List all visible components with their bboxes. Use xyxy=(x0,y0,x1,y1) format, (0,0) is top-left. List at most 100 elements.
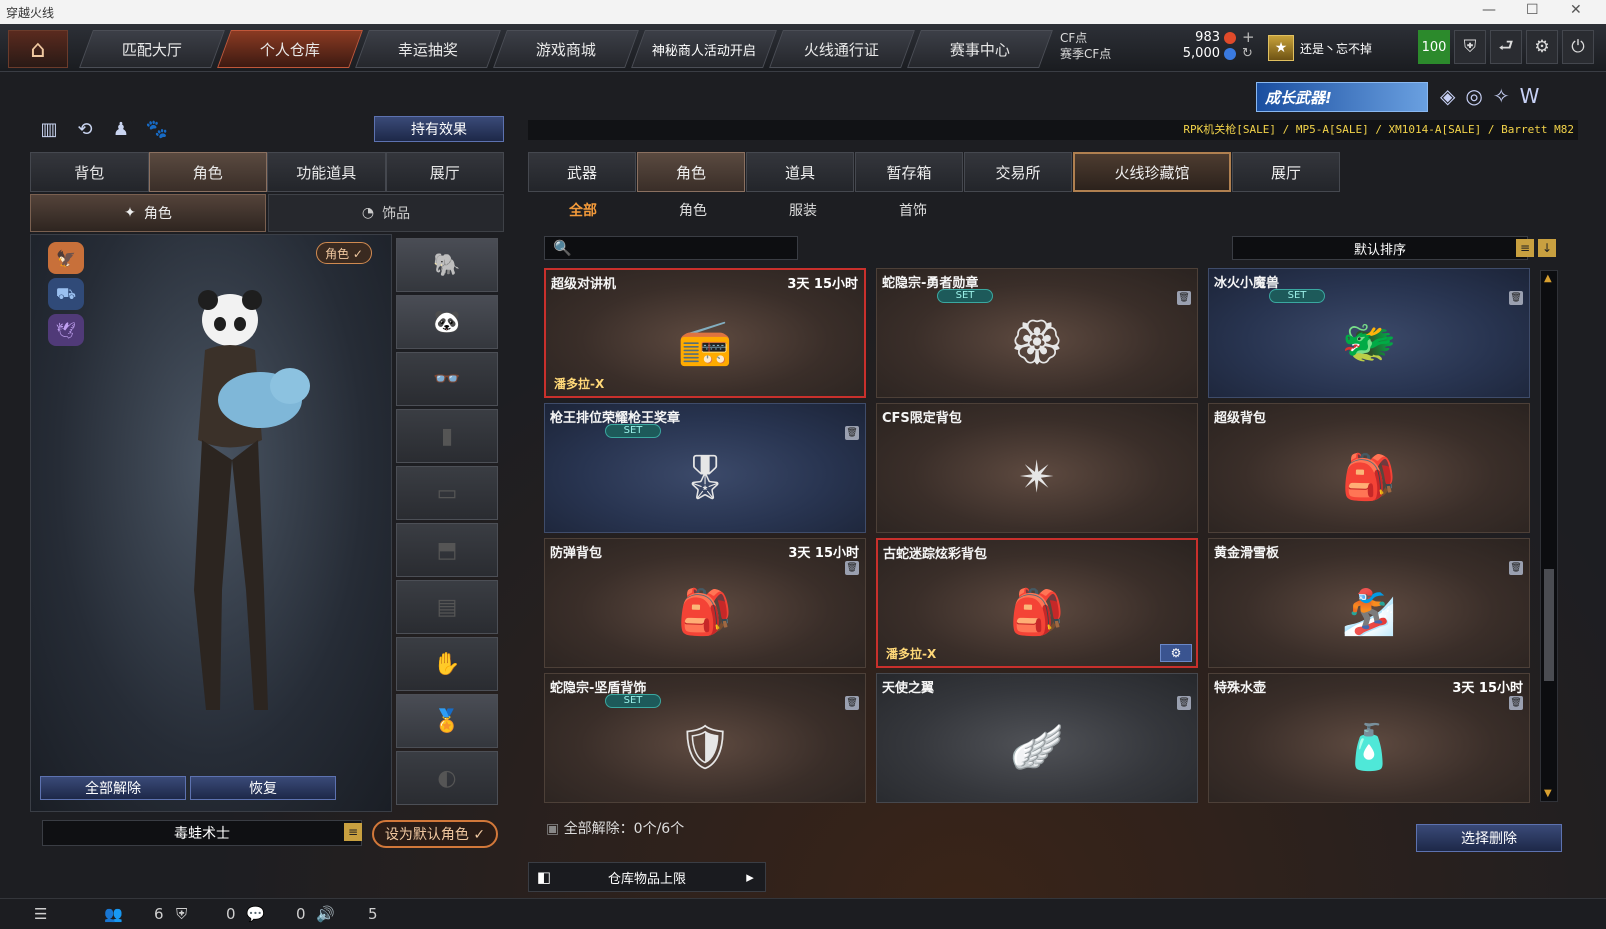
nav-tab-personal-warehouse[interactable]: 个人仓库 xyxy=(217,30,363,68)
left-tab-role[interactable]: 角色 xyxy=(148,152,267,192)
storage-limit-bar[interactable]: ◧ 仓库物品上限 ▸ xyxy=(528,862,766,892)
trash-icon[interactable]: 🗑 xyxy=(1177,696,1191,710)
scroll-thumb[interactable] xyxy=(1544,569,1554,681)
checkbox-icon[interactable]: ▣ xyxy=(546,821,559,837)
right-subtab-all[interactable]: 全部 xyxy=(528,196,638,226)
chat-icon[interactable]: 💬 xyxy=(246,905,265,923)
right-tab-exchange[interactable]: 交易所 xyxy=(964,152,1072,192)
left-tab-backpack[interactable]: 背包 xyxy=(30,152,149,192)
settings-gear-icon[interactable]: ⚙ xyxy=(1526,30,1558,64)
maximize-button[interactable]: ☐ xyxy=(1526,2,1539,18)
sort-order-icon[interactable]: ↓ xyxy=(1538,239,1556,257)
minimize-button[interactable]: — xyxy=(1482,2,1496,18)
role-list-menu-icon[interactable]: ≡ xyxy=(344,823,362,841)
item-scrollbar[interactable]: ▲ ▼ xyxy=(1540,270,1558,802)
weapon-skin-icon[interactable]: ✧ xyxy=(1493,84,1510,108)
right-subtab-role[interactable]: 角色 xyxy=(638,196,748,226)
globe-icon[interactable]: ◎ xyxy=(1465,84,1482,108)
nav-tab-mystery-merchant[interactable]: 神秘商人活动开启 xyxy=(631,30,777,68)
category-wing-icon[interactable]: 🕊 xyxy=(48,314,84,346)
slot-backpack[interactable]: ▭ xyxy=(396,466,498,520)
item-card[interactable]: 超级背包 🎒 xyxy=(1208,403,1530,533)
nav-tab-lucky-draw[interactable]: 幸运抽奖 xyxy=(355,30,501,68)
left-tab-function-items[interactable]: 功能道具 xyxy=(267,152,386,192)
w-emblem-icon[interactable]: W xyxy=(1520,84,1540,108)
right-tab-weapon[interactable]: 武器 xyxy=(528,152,636,192)
right-tab-collection[interactable]: 火线珍藏馆 xyxy=(1073,152,1231,192)
item-card[interactable]: 天使之翼 🗑 🪽 xyxy=(876,673,1198,803)
list-menu-icon[interactable]: ☰ xyxy=(34,905,47,923)
refresh-icon[interactable]: ↻ xyxy=(1242,46,1253,61)
item-card[interactable]: 防弹背包 3天 15小时 🗑 🎒 xyxy=(544,538,866,668)
trash-icon[interactable]: 🗑 xyxy=(1177,291,1191,305)
scroll-down-icon[interactable]: ▼ xyxy=(1544,788,1554,799)
home-button[interactable]: ⌂ xyxy=(8,30,68,68)
sort-list-icon[interactable]: ≡ xyxy=(1516,239,1534,257)
pet-icon[interactable]: 🐾 xyxy=(144,116,170,142)
exit-room-icon[interactable]: ⮐ xyxy=(1490,30,1522,64)
vip-v-icon[interactable]: ◈ xyxy=(1440,84,1455,108)
category-vehicle-icon[interactable]: ⛟ xyxy=(48,278,84,310)
slot-radio[interactable]: ▮ xyxy=(396,409,498,463)
right-subtab-jewelry[interactable]: 首饰 xyxy=(858,196,968,226)
restore-button[interactable]: 恢复 xyxy=(190,776,336,800)
nav-tab-event-center[interactable]: 赛事中心 xyxy=(907,30,1053,68)
slot-boots[interactable]: ◐ xyxy=(396,751,498,805)
set-default-role-button[interactable]: 设为默认角色 ✓ xyxy=(372,820,498,848)
left-subtab-role[interactable]: ✦ 角色 xyxy=(30,194,266,232)
item-card[interactable]: 超级对讲机 3天 15小时 📻 潘多拉-X xyxy=(544,268,866,398)
item-settings-gear-icon[interactable]: ⚙ xyxy=(1160,644,1192,662)
recharge-plus-icon[interactable]: + xyxy=(1242,28,1255,46)
volume-icon[interactable]: 🔊 xyxy=(316,905,335,923)
trash-icon[interactable]: 🗑 xyxy=(845,426,859,440)
trash-icon[interactable]: 🗑 xyxy=(845,561,859,575)
growth-weapon-banner[interactable]: 成长武器! xyxy=(1256,82,1428,112)
slot-pet[interactable]: 🐘 xyxy=(396,238,498,292)
pose-icon[interactable]: ♟ xyxy=(108,116,134,142)
search-input[interactable]: 🔍 xyxy=(544,236,798,260)
right-subtab-clothing[interactable]: 服装 xyxy=(748,196,858,226)
select-delete-button[interactable]: 选择删除 xyxy=(1416,824,1562,852)
nav-tab-game-mall[interactable]: 游戏商城 xyxy=(493,30,639,68)
item-card[interactable]: 蛇隐宗-勇者勋章 SET 🗑 🏵 xyxy=(876,268,1198,398)
slot-head[interactable]: 🐼 xyxy=(396,295,498,349)
power-icon[interactable]: ⏻ xyxy=(1562,30,1594,64)
hold-effect-button[interactable]: 持有效果 xyxy=(374,116,504,142)
role-name-field[interactable]: 毒蛙术士 xyxy=(42,820,362,846)
rotate-icon[interactable]: ⟲ xyxy=(72,116,98,142)
trash-icon[interactable]: 🗑 xyxy=(845,696,859,710)
role-tag[interactable]: 角色 ✓ xyxy=(316,242,372,264)
item-card[interactable]: 特殊水壶 3天 15小时 🗑 🧴 xyxy=(1208,673,1530,803)
slot-belt[interactable]: ▤ xyxy=(396,580,498,634)
trash-icon[interactable]: 🗑 xyxy=(1509,561,1523,575)
ranking-icon[interactable]: ▥ xyxy=(36,116,62,142)
close-button[interactable]: ✕ xyxy=(1570,2,1582,18)
shield-icon[interactable]: ⛨ xyxy=(1454,30,1486,64)
item-card[interactable]: 枪王排位荣耀枪王奖章 SET 🗑 🎖 xyxy=(544,403,866,533)
right-tab-item[interactable]: 道具 xyxy=(746,152,854,192)
item-card[interactable]: 黄金滑雪板 🗑 🏂 xyxy=(1208,538,1530,668)
unequip-all-button[interactable]: 全部解除 xyxy=(40,776,186,800)
guild-shield-icon[interactable]: ⛨ xyxy=(176,905,187,923)
scroll-up-icon[interactable]: ▲ xyxy=(1544,273,1554,284)
item-card[interactable]: CFS限定背包 ✴ xyxy=(876,403,1198,533)
trash-icon[interactable]: 🗑 xyxy=(1509,696,1523,710)
left-tab-showroom[interactable]: 展厅 xyxy=(385,152,504,192)
right-tab-role[interactable]: 角色 xyxy=(637,152,745,192)
sort-dropdown[interactable]: 默认排序 xyxy=(1232,236,1528,260)
item-card[interactable]: 蛇隐宗-坚盾背饰 SET 🗑 🛡 xyxy=(544,673,866,803)
right-tab-showroom[interactable]: 展厅 xyxy=(1232,152,1340,192)
left-subtab-accessory[interactable]: ◔ 饰品 xyxy=(268,194,504,232)
slot-glove[interactable]: ✋ xyxy=(396,637,498,691)
user-info[interactable]: ★ 还是丶忘不掉 xyxy=(1268,30,1372,66)
item-card[interactable]: 古蛇迷踪炫彩背包 🎒 潘多拉-X ⚙ xyxy=(876,538,1198,668)
nav-tab-battle-pass[interactable]: 火线通行证 xyxy=(769,30,915,68)
friends-icon[interactable]: 👥 xyxy=(104,905,123,923)
item-card[interactable]: 冰火小魔兽 SET 🗑 🐲 xyxy=(1208,268,1530,398)
slot-badge[interactable]: 🏅 xyxy=(396,694,498,748)
nav-tab-match-hall[interactable]: 匹配大厅 xyxy=(79,30,225,68)
slot-vest[interactable]: ⬒ xyxy=(396,523,498,577)
right-tab-temp-storage[interactable]: 暂存箱 xyxy=(855,152,963,192)
slot-glasses[interactable]: 👓 xyxy=(396,352,498,406)
category-soldier-icon[interactable]: 🦅 xyxy=(48,242,84,274)
